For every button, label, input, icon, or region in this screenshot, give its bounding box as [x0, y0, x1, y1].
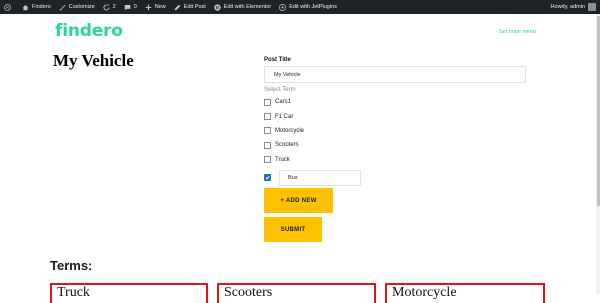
- admin-bar-site[interactable]: Findero: [18, 0, 55, 14]
- svg-text:W: W: [6, 5, 10, 10]
- term-option[interactable]: F1 Car: [264, 109, 526, 123]
- term-option[interactable]: Truck: [264, 153, 526, 167]
- admin-bar-new-label: New: [154, 4, 166, 10]
- post-title-label: Post Title: [264, 57, 291, 63]
- term-card[interactable]: Truck: [50, 283, 208, 303]
- admin-bar-wordpress[interactable]: W: [0, 0, 18, 14]
- updates-icon: [103, 3, 110, 11]
- post-title-input[interactable]: My Vehicle: [264, 66, 526, 83]
- jetplugins-icon: [279, 3, 287, 11]
- term-checkbox-list: Cars1 F1 Car Motorcycle Scooters Truck: [264, 95, 526, 167]
- term-card[interactable]: Scooters: [217, 283, 376, 303]
- admin-bar-customize[interactable]: Customize: [55, 0, 99, 14]
- home-icon: [22, 4, 29, 10]
- admin-bar-updates[interactable]: 2: [99, 0, 120, 14]
- term-option-label: Motorcycle: [275, 127, 305, 134]
- user-greeting: Howdy, admin: [550, 4, 585, 10]
- term-checkbox[interactable]: [264, 156, 271, 164]
- admin-bar-customize-label: Customize: [68, 4, 95, 10]
- brush-icon: [59, 4, 66, 10]
- admin-bar-new[interactable]: New: [141, 0, 170, 14]
- admin-bar-comments[interactable]: 0: [120, 0, 141, 14]
- add-new-button[interactable]: + ADD NEW: [264, 188, 333, 213]
- term-option-label: Cars1: [275, 99, 292, 106]
- term-option-label: Scooters: [275, 142, 299, 149]
- term-checkbox[interactable]: [264, 98, 271, 106]
- term-card-title: Truck: [57, 285, 90, 300]
- admin-bar-elementor-label: Edit with Elementor: [223, 4, 272, 10]
- admin-bar-jetplugins[interactable]: Edit with JetPlugins: [275, 0, 341, 14]
- admin-bar-edit-post[interactable]: Edit Post: [170, 0, 210, 14]
- checkmark-icon: [265, 176, 270, 180]
- new-term-row: Bus: [264, 169, 526, 186]
- admin-bar: W Findero Customize 2 0 New Edit Post Ed…: [0, 0, 600, 14]
- new-term-input[interactable]: Bus: [279, 169, 361, 186]
- admin-bar-edit-post-label: Edit Post: [183, 4, 206, 10]
- terms-heading: Terms:: [50, 258, 93, 273]
- admin-bar-site-label: Findero: [32, 4, 51, 10]
- admin-bar-updates-count: 2: [112, 4, 116, 10]
- page-title: My Vehicle: [53, 51, 134, 70]
- set-main-menu-link[interactable]: Set main menu: [499, 29, 536, 35]
- admin-bar-elementor[interactable]: Edit with Elementor: [210, 0, 275, 14]
- comment-icon: [124, 4, 131, 10]
- pencil-icon: [174, 4, 181, 10]
- term-option[interactable]: Scooters: [264, 138, 526, 152]
- term-option[interactable]: Cars1: [264, 95, 526, 109]
- term-option-label: F1 Car: [275, 113, 294, 120]
- page-scrollbar[interactable]: [596, 14, 600, 295]
- admin-bar-jetplugins-label: Edit with JetPlugins: [289, 4, 337, 10]
- post-form: Post Title My Vehicle Select Term Cars1 …: [264, 57, 526, 186]
- term-option[interactable]: Motorcycle: [264, 124, 526, 138]
- site-logo[interactable]: findero: [55, 21, 123, 41]
- term-checkbox[interactable]: [264, 113, 271, 121]
- submit-button[interactable]: SUBMIT: [264, 217, 322, 242]
- scrollbar-thumb[interactable]: [596, 16, 600, 206]
- new-term-checkbox[interactable]: [264, 174, 271, 182]
- term-checkbox[interactable]: [264, 141, 271, 149]
- wordpress-icon: W: [4, 3, 11, 11]
- term-card[interactable]: Motorcycle: [385, 283, 545, 303]
- term-card-title: Scooters: [224, 285, 273, 300]
- term-card-title: Motorcycle: [392, 285, 457, 300]
- term-option-label: Truck: [275, 156, 290, 163]
- plus-icon: [145, 4, 152, 10]
- term-checkbox[interactable]: [264, 127, 271, 135]
- admin-bar-account[interactable]: Howdy, admin: [551, 3, 600, 11]
- avatar: [588, 3, 596, 11]
- elementor-icon: [214, 3, 221, 11]
- select-term-label: Select Term: [264, 87, 296, 93]
- admin-bar-comments-count: 0: [133, 4, 137, 10]
